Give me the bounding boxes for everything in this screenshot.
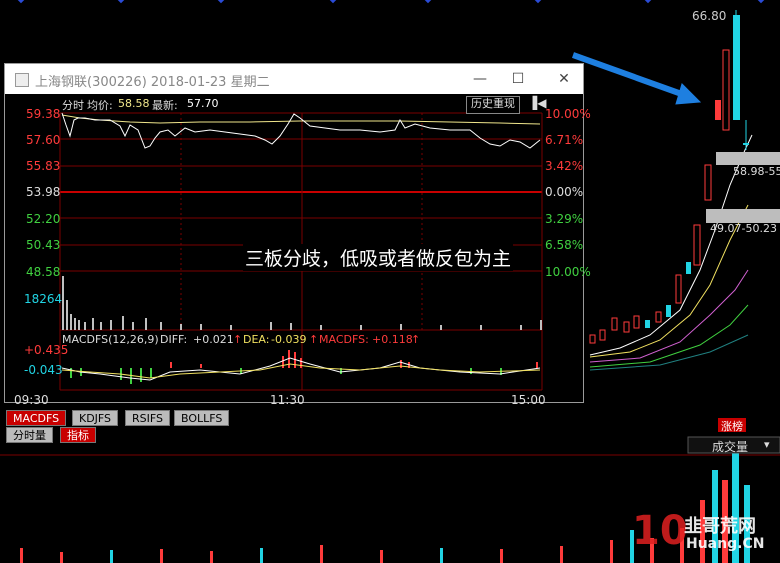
tab-rsifs[interactable]: RSIFS (125, 410, 170, 426)
tab-kdjfs[interactable]: KDJFS (72, 410, 119, 426)
header-latest-label: 最新: (152, 99, 178, 112)
macd-macdfs-value: +0.118 (372, 333, 413, 346)
history-replay-button[interactable]: 历史重现 (466, 96, 520, 114)
intraday-plot (59, 112, 543, 391)
pct-axis-3: 0.00% (545, 185, 584, 199)
macd-dea-value: -0.039 (271, 333, 307, 346)
price-axis-4: 52.20 (26, 212, 61, 226)
volume-max-label: 18264 (24, 292, 63, 306)
macd-macdfs-label: MACDFS: (319, 333, 369, 346)
price-axis-0: 59.38 (26, 107, 61, 121)
pct-axis-2: 3.42% (545, 159, 584, 173)
tab-volume[interactable]: 分时量 (6, 427, 53, 443)
time-axis-end: 15:00 (511, 393, 546, 407)
tab-bollfs[interactable]: BOLLFS (174, 410, 230, 426)
time-axis-mid: 11:30 (270, 393, 305, 407)
macd-axis-top: +0.435 (24, 343, 69, 357)
macd-dea-label: DEA: (243, 333, 270, 346)
up-arrow-icon: ↑ (411, 333, 421, 346)
tab-macdfs[interactable]: MACDFS (6, 410, 67, 426)
header-avg-label: 均价: (87, 99, 113, 112)
price-axis-1: 57.60 (26, 133, 61, 147)
price-line (61, 112, 541, 149)
tab-indicator[interactable]: 指标 (60, 427, 96, 443)
pin-icon[interactable]: ▐◀ (528, 96, 546, 110)
macd-axis-mid: -0.043 (24, 363, 63, 377)
macd-diff-line (61, 357, 541, 381)
pct-axis-0: 10.00% (545, 107, 591, 121)
header-time-label: 分时 (62, 99, 84, 112)
price-axis-5: 50.43 (26, 238, 61, 252)
macd-title: MACDFS(12,26,9) (62, 333, 159, 346)
header-avg-value: 58.58 (118, 97, 150, 110)
pct-axis-4: 3.29% (545, 212, 584, 226)
pct-axis-1: 6.71% (545, 133, 584, 147)
avg-price-line (61, 114, 541, 125)
up-arrow-icon: ↑ (309, 333, 319, 346)
time-axis-start: 09:30 (14, 393, 49, 407)
price-axis-2: 55.83 (26, 159, 61, 173)
pct-axis-6: 10.00% (545, 265, 591, 279)
macd-diff-label: DIFF: (160, 333, 188, 346)
up-arrow-icon: ↑ (233, 333, 243, 346)
price-axis-6: 48.58 (26, 265, 61, 279)
macd-diff-value: +0.021 (193, 333, 234, 346)
price-axis-3: 53.98 (26, 185, 61, 199)
pct-axis-5: 6.58% (545, 238, 584, 252)
annotation-text: 三板分歧，低吸或者做反包为主 (243, 244, 514, 271)
header-latest-value: 57.70 (187, 97, 219, 110)
